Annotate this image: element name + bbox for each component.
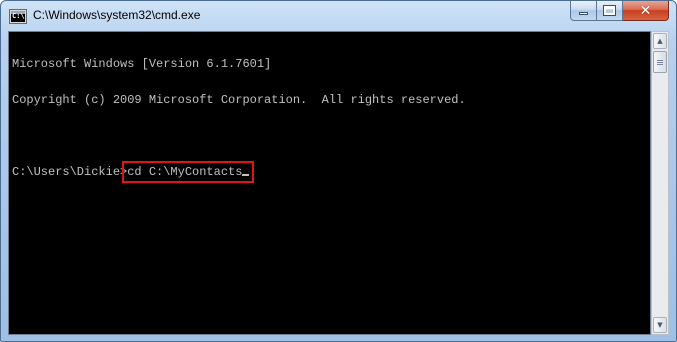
- thumb-grip-line: [657, 64, 663, 65]
- scroll-up-button[interactable]: ▲: [653, 33, 667, 49]
- console-output: Microsoft Windows [Version 6.1.7601] Cop…: [12, 34, 466, 202]
- cmd-icon[interactable]: C:\: [9, 9, 27, 24]
- thumb-grip-line: [657, 62, 663, 63]
- close-button[interactable]: ✕: [623, 1, 669, 21]
- scroll-thumb[interactable]: [653, 51, 667, 73]
- text-cursor: [242, 174, 250, 176]
- console-area[interactable]: Microsoft Windows [Version 6.1.7601] Cop…: [8, 31, 651, 335]
- maximize-icon: [603, 5, 616, 16]
- thumb-grip-line: [657, 60, 663, 61]
- minimize-icon: [579, 12, 588, 15]
- window-title: C:\Windows\system32\cmd.exe: [33, 8, 201, 22]
- vertical-scrollbar[interactable]: ▲ ▼: [651, 31, 669, 335]
- title-bar[interactable]: C:\ C:\Windows\system32\cmd.exe ✕: [1, 1, 676, 31]
- prompt-path: C:\Users\Dickie>: [12, 165, 128, 179]
- console-line-copyright: Copyright (c) 2009 Microsoft Corporation…: [12, 93, 466, 107]
- cmd-window: C:\ C:\Windows\system32\cmd.exe ✕ Micros…: [0, 0, 677, 342]
- icon-prompt-text: C:\: [12, 12, 25, 20]
- scroll-down-button[interactable]: ▼: [653, 317, 667, 333]
- minimize-button[interactable]: [570, 1, 597, 21]
- arrow-down-icon: ▼: [657, 321, 663, 329]
- maximize-button[interactable]: [597, 1, 623, 21]
- caption-buttons: ✕: [570, 1, 669, 22]
- console-line-version: Microsoft Windows [Version 6.1.7601]: [12, 57, 272, 71]
- console-prompt-line[interactable]: C:\Users\Dickie>cd C:\MyContacts: [12, 161, 466, 183]
- close-icon: ✕: [639, 2, 652, 19]
- command-text: cd C:\MyContacts: [127, 165, 243, 179]
- arrow-up-icon: ▲: [657, 37, 663, 45]
- highlighted-command: cd C:\MyContacts: [122, 161, 255, 183]
